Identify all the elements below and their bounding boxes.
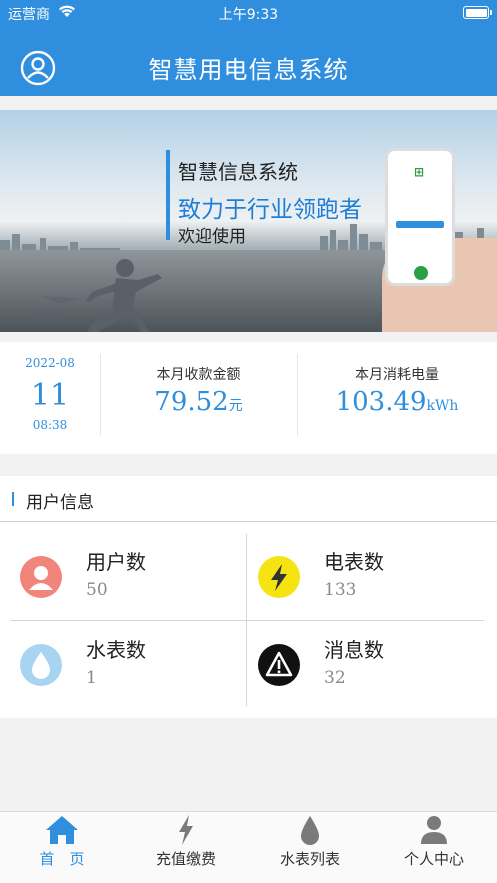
water-drop-icon [301, 816, 319, 845]
tile-water-meters[interactable]: 水表数 1 [10, 622, 240, 708]
monthly-consumption-label: 本月消耗电量 [355, 367, 439, 383]
promo-banner[interactable]: 智慧信息系统 致力于行业领跑者 欢迎使用 ⊞ [0, 110, 497, 332]
lightning-icon [258, 556, 300, 598]
tab-profile-label: 个人中心 [403, 850, 464, 868]
tab-recharge[interactable]: 充值缴费 [124, 812, 248, 883]
lightning-icon [179, 815, 193, 845]
monthly-payment: 本月收款金额 79.52元 [100, 342, 297, 454]
monthly-consumption-value: 103.49kWh [335, 387, 459, 417]
monthly-consumption: 本月消耗电量 103.49kWh [297, 342, 497, 454]
phone-illustration: ⊞ [385, 148, 455, 286]
tile-water-meters-label: 水表数 [86, 638, 146, 662]
battery-icon [463, 6, 492, 19]
header-bar: 智慧用电信息系统 [0, 26, 497, 96]
app-logo-icon: ⊞ [414, 165, 425, 179]
phone-dot-graphic [414, 266, 428, 280]
tile-water-meters-value: 1 [86, 668, 97, 688]
tab-profile[interactable]: 个人中心 [372, 812, 496, 883]
summary-card: 2022-08 11 08:38 本月收款金额 79.52元 本月消耗电量 10… [0, 342, 497, 454]
grid-divider-horizontal [10, 620, 484, 621]
tile-electric-meters[interactable]: 电表数 133 [248, 534, 478, 620]
section-header: 用户信息 [0, 476, 497, 522]
tile-electric-meters-label: 电表数 [324, 550, 384, 574]
banner-heading: 智慧信息系统 [178, 160, 298, 184]
tab-home-label: 首 页 [39, 850, 85, 868]
tile-messages-value: 32 [324, 668, 346, 688]
banner-accent-bar [166, 150, 170, 240]
page-title: 智慧用电信息系统 [148, 56, 349, 84]
home-icon [46, 816, 78, 844]
warning-icon [258, 644, 300, 686]
tile-messages-label: 消息数 [324, 638, 384, 662]
monthly-payment-value: 79.52元 [154, 387, 243, 417]
tab-bar: 首 页 充值缴费 水表列表 个人中心 [0, 811, 497, 883]
tile-messages[interactable]: 消息数 32 [248, 622, 478, 708]
date-day: 11 [30, 378, 70, 413]
user-icon [20, 556, 62, 598]
tab-home[interactable]: 首 页 [0, 812, 124, 883]
date-year-month: 2022-08 [25, 356, 75, 370]
water-drop-icon [20, 644, 62, 686]
section-accent-bar [12, 492, 14, 506]
runner-illustration [30, 259, 162, 332]
banner-slogan: 致力于行业领跑者 [178, 197, 362, 223]
banner-welcome: 欢迎使用 [178, 227, 246, 247]
clock: 上午9:33 [218, 7, 279, 23]
tab-water-meter-list-label: 水表列表 [279, 850, 340, 868]
section-title: 用户信息 [26, 493, 94, 513]
status-bar: 运营商 上午9:33 [0, 0, 497, 26]
tab-recharge-label: 充值缴费 [155, 850, 216, 868]
tab-water-meter-list[interactable]: 水表列表 [248, 812, 372, 883]
tile-users[interactable]: 用户数 50 [10, 534, 240, 620]
tile-electric-meters-value: 133 [324, 580, 357, 600]
person-icon [421, 816, 447, 844]
date-time: 08:38 [32, 418, 68, 432]
phone-login-graphic [396, 221, 444, 228]
date-block: 2022-08 11 08:38 [0, 342, 100, 454]
monthly-payment-label: 本月收款金额 [156, 367, 241, 383]
user-info-panel: 用户信息 用户数 50 电表数 133 水表数 1 消息数 32 [0, 476, 497, 718]
tile-users-label: 用户数 [86, 550, 146, 574]
tile-users-value: 50 [86, 580, 108, 600]
